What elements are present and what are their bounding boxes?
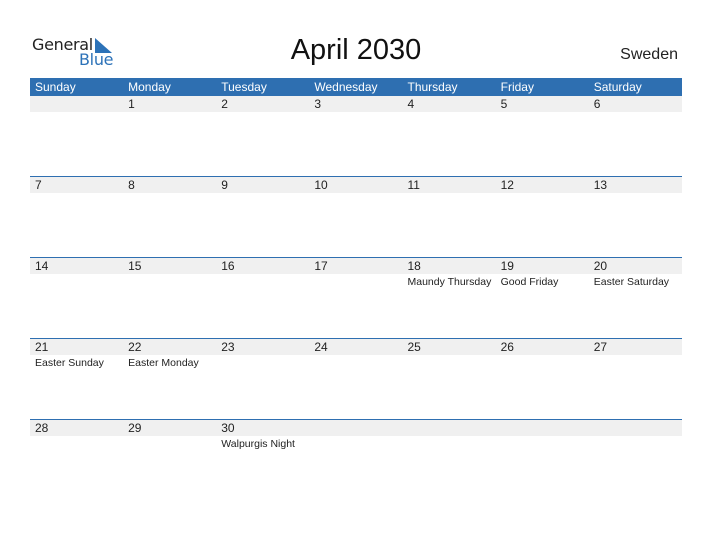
holiday-label: Maundy Thursday	[407, 276, 492, 288]
day-number	[309, 420, 402, 436]
holiday-label	[30, 436, 123, 452]
day-number: 29	[128, 421, 142, 435]
holiday-label: Good Friday	[500, 276, 559, 288]
day-number: 10	[314, 178, 328, 192]
day-number: 26	[500, 340, 514, 354]
weekday-wednesday: Wednesday	[314, 80, 378, 94]
week-row: 21 22 23 24 25 26 27 Easter Sunday Easter Monday	[30, 338, 682, 420]
weekday-sunday: Sunday	[35, 80, 76, 94]
weekday-tuesday: Tuesday	[221, 80, 267, 94]
week-row: 7 8 9 10 11 12 13	[30, 176, 682, 258]
holiday-label	[309, 274, 402, 290]
day-number: 4	[407, 97, 415, 111]
day-number: 21	[35, 340, 49, 354]
day-number	[30, 96, 123, 112]
week-row: 1 2 3 4 5 6	[30, 96, 682, 177]
day-number: 30	[221, 421, 235, 435]
day-number: 18	[407, 259, 421, 273]
day-number: 5	[500, 97, 508, 111]
day-number: 12	[500, 178, 514, 192]
holiday-label	[589, 355, 682, 371]
holiday-label	[496, 436, 589, 452]
day-number: 14	[35, 259, 49, 273]
day-number: 23	[221, 340, 235, 354]
weekday-header: Sunday Monday Tuesday Wednesday Thursday…	[30, 78, 682, 96]
day-number: 6	[593, 97, 601, 111]
holiday-label	[309, 436, 402, 452]
day-number: 2	[221, 97, 228, 111]
holiday-label	[589, 436, 682, 452]
holiday-label: Easter Monday	[128, 357, 199, 369]
week-row: 14 15 16 17 18 19 20 Maundy Thursday Good Friday…	[30, 257, 682, 339]
day-number: 17	[314, 259, 328, 273]
weekday-monday: Monday	[128, 80, 171, 94]
holiday-label: Walpurgis Night	[221, 438, 295, 450]
holiday-label	[403, 436, 496, 452]
holiday-label	[216, 355, 309, 371]
holiday-label: Easter Saturday	[593, 276, 670, 288]
day-number: 20	[593, 259, 608, 273]
week-row: 28 29 30 Walpurgis Night	[30, 419, 682, 501]
holiday-label	[30, 274, 123, 290]
day-number: 8	[128, 178, 135, 192]
holiday-label	[123, 436, 216, 452]
day-number: 25	[407, 340, 421, 354]
weekday-friday: Friday	[500, 80, 534, 94]
holiday-label	[309, 355, 402, 371]
day-number	[403, 420, 496, 436]
page-title: April 2030	[290, 34, 422, 66]
day-number: 13	[593, 178, 608, 192]
weekday-saturday: Saturday	[593, 80, 642, 94]
holiday-label: Easter Sunday	[35, 357, 104, 369]
day-number: 24	[314, 340, 328, 354]
day-number: 27	[593, 340, 608, 354]
holiday-label	[123, 274, 216, 290]
day-number	[589, 420, 682, 436]
day-number: 15	[128, 259, 142, 273]
day-number: 7	[35, 178, 42, 192]
day-number: 22	[128, 340, 142, 354]
weekday-thursday: Thursday	[407, 80, 458, 94]
day-number: 16	[221, 259, 235, 273]
day-number: 11	[407, 178, 420, 192]
country-label: Sweden	[620, 46, 678, 63]
day-number	[496, 420, 589, 436]
day-number: 28	[35, 421, 49, 435]
day-number: 1	[128, 97, 135, 111]
holiday-label	[496, 355, 589, 371]
holiday-label	[403, 355, 496, 371]
day-number: 9	[221, 178, 228, 192]
holiday-label	[216, 274, 309, 290]
day-number: 3	[314, 97, 322, 111]
day-number: 19	[500, 259, 514, 273]
